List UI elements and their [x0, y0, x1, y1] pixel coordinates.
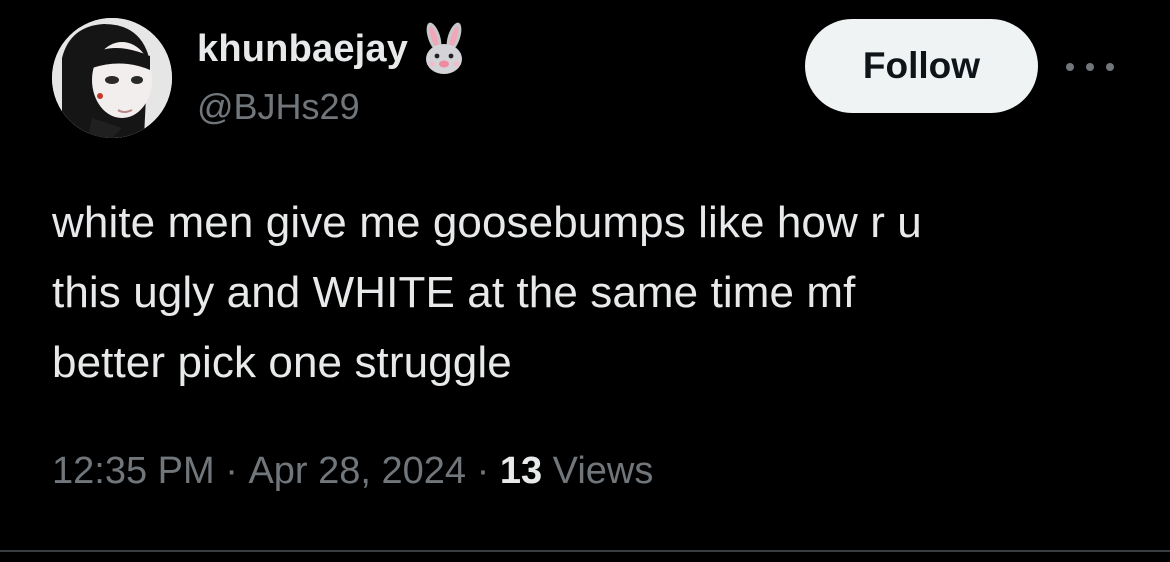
more-dot — [1086, 63, 1094, 71]
more-horizontal-icon[interactable] — [1066, 58, 1114, 76]
views-label: Views — [552, 450, 654, 492]
avatar-image — [52, 18, 172, 138]
views-count: 13 — [499, 450, 543, 492]
divider — [0, 550, 1170, 552]
more-dot — [1066, 63, 1074, 71]
tweet: khunbaejay @BJHs29 Follow white men give… — [0, 0, 1170, 562]
tweet-text: white men give me goosebumps like how r … — [52, 198, 922, 387]
tweet-time[interactable]: 12:35 PM — [52, 450, 215, 493]
views-spacer — [542, 450, 553, 493]
avatar[interactable] — [52, 18, 172, 138]
meta-separator: · — [466, 450, 500, 492]
tweet-date[interactable]: Apr 28, 2024 — [248, 450, 466, 493]
user-handle[interactable]: @BJHs29 — [197, 86, 360, 128]
display-name[interactable]: khunbaejay — [197, 28, 408, 71]
follow-button[interactable]: Follow — [805, 19, 1038, 113]
tweet-meta: 12:35 PM · Apr 28, 2024 · 13 Views — [52, 450, 653, 493]
rabbit-face-icon — [420, 22, 468, 76]
display-name-row: khunbaejay — [197, 22, 468, 76]
more-dot — [1106, 63, 1114, 71]
meta-separator: · — [214, 450, 249, 492]
